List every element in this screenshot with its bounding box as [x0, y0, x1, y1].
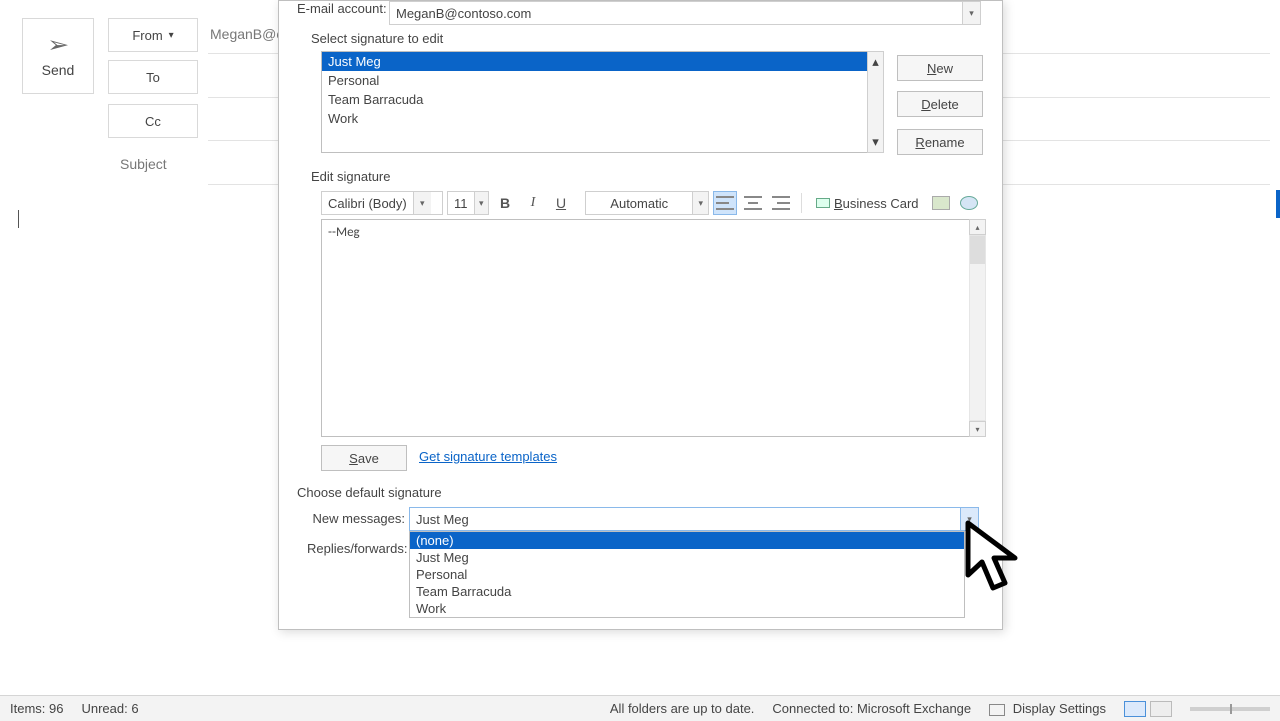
save-button[interactable]: Save	[321, 445, 407, 471]
editor-text: --Meg	[328, 225, 360, 240]
selection-indicator	[1276, 190, 1280, 218]
font-dropdown[interactable]: Calibri (Body) ▾	[321, 191, 443, 215]
choose-default-label: Choose default signature	[297, 485, 442, 500]
send-button[interactable]: ➢ Send	[22, 18, 94, 94]
italic-button[interactable]: I	[521, 191, 545, 215]
bold-button[interactable]: B	[493, 191, 517, 215]
from-button[interactable]: From ▾	[108, 18, 198, 52]
sync-status: All folders are up to date.	[610, 701, 755, 716]
chevron-down-icon[interactable]: ▾	[960, 508, 978, 530]
editor-scrollbar[interactable]: ▴ ▾	[969, 219, 986, 437]
body-caret	[18, 210, 19, 228]
signature-list[interactable]: Just Meg Personal Team Barracuda Work	[321, 51, 881, 153]
align-center-button[interactable]	[741, 191, 765, 215]
status-bar: Items: 96 Unread: 6 All folders are up t…	[0, 695, 1280, 721]
chevron-down-icon[interactable]: ▾	[962, 2, 980, 24]
signatures-dialog: E-mail account: MeganB@contoso.com ▾ Sel…	[278, 0, 1003, 630]
dropdown-option[interactable]: Team Barracuda	[410, 583, 964, 600]
align-left-icon	[716, 196, 734, 210]
chevron-down-icon[interactable]: ▾	[692, 192, 708, 214]
unread-count: Unread: 6	[81, 701, 138, 716]
globe-icon	[960, 196, 978, 210]
scroll-down-icon[interactable]: ▾	[872, 132, 879, 152]
connection-status: Connected to: Microsoft Exchange	[772, 701, 971, 716]
editor-toolbar: Calibri (Body) ▾ 11 ▾ B I U Automatic ▾ …	[321, 189, 983, 217]
scroll-thumb[interactable]	[970, 236, 985, 264]
signature-item[interactable]: Team Barracuda	[322, 90, 880, 109]
signature-list-scrollbar[interactable]: ▴ ▾	[867, 51, 884, 153]
email-account-label: E-mail account:	[297, 1, 387, 16]
align-left-button[interactable]	[713, 191, 737, 215]
get-templates-link[interactable]: Get signature templates	[419, 449, 557, 464]
chevron-down-icon[interactable]: ▾	[474, 192, 489, 214]
chevron-down-icon[interactable]: ▾	[413, 192, 431, 214]
dropdown-option[interactable]: Personal	[410, 566, 964, 583]
signature-editor[interactable]: --Meg	[321, 219, 972, 437]
dropdown-option[interactable]: Just Meg	[410, 549, 964, 566]
signature-item[interactable]: Personal	[322, 71, 880, 90]
align-center-icon	[744, 196, 762, 210]
email-account-dropdown[interactable]: MeganB@contoso.com ▾	[389, 1, 981, 25]
edit-signature-label: Edit signature	[311, 169, 391, 184]
chevron-down-icon: ▾	[169, 30, 174, 41]
new-messages-value: Just Meg	[410, 512, 960, 527]
dropdown-option[interactable]: (none)	[410, 532, 964, 549]
scroll-up-icon[interactable]: ▴	[969, 219, 986, 235]
new-messages-dropdown[interactable]: Just Meg ▾	[409, 507, 979, 531]
display-settings-button[interactable]: Display Settings	[989, 701, 1106, 716]
scroll-down-icon[interactable]: ▾	[969, 421, 986, 437]
view-reading-button[interactable]	[1150, 701, 1172, 717]
new-messages-label: New messages:	[307, 511, 405, 526]
align-right-icon	[772, 196, 790, 210]
rename-button[interactable]: Rename	[897, 129, 983, 155]
underline-button[interactable]: U	[549, 191, 573, 215]
delete-button[interactable]: Delete	[897, 91, 983, 117]
send-icon: ➢	[47, 34, 69, 56]
align-right-button[interactable]	[769, 191, 793, 215]
cc-button[interactable]: Cc	[108, 104, 198, 138]
view-normal-button[interactable]	[1124, 701, 1146, 717]
business-card-button[interactable]: Business Card	[810, 191, 925, 215]
insert-picture-button[interactable]	[929, 191, 953, 215]
from-value: MeganB@c	[210, 26, 283, 42]
zoom-slider[interactable]	[1190, 707, 1270, 711]
replies-forwards-label: Replies/forwards:	[307, 541, 405, 556]
font-size-dropdown[interactable]: 11 ▾	[447, 191, 489, 215]
to-button[interactable]: To	[108, 60, 198, 94]
font-color-dropdown[interactable]: Automatic ▾	[585, 191, 709, 215]
dropdown-option[interactable]: Work	[410, 600, 964, 617]
email-account-value: MeganB@contoso.com	[390, 6, 962, 21]
new-messages-dropdown-list[interactable]: (none) Just Meg Personal Team Barracuda …	[409, 531, 965, 618]
business-card-icon	[816, 198, 830, 208]
picture-icon	[932, 196, 950, 210]
monitor-icon	[989, 704, 1005, 716]
scroll-up-icon[interactable]: ▴	[872, 52, 879, 72]
subject-label: Subject	[120, 156, 167, 172]
insert-hyperlink-button[interactable]	[957, 191, 981, 215]
view-switcher[interactable]	[1124, 701, 1172, 717]
items-count: Items: 96	[10, 701, 63, 716]
new-button[interactable]: New	[897, 55, 983, 81]
select-signature-label: Select signature to edit	[311, 31, 443, 46]
send-label: Send	[42, 62, 75, 78]
signature-item[interactable]: Work	[322, 109, 880, 128]
signature-item[interactable]: Just Meg	[322, 52, 880, 71]
